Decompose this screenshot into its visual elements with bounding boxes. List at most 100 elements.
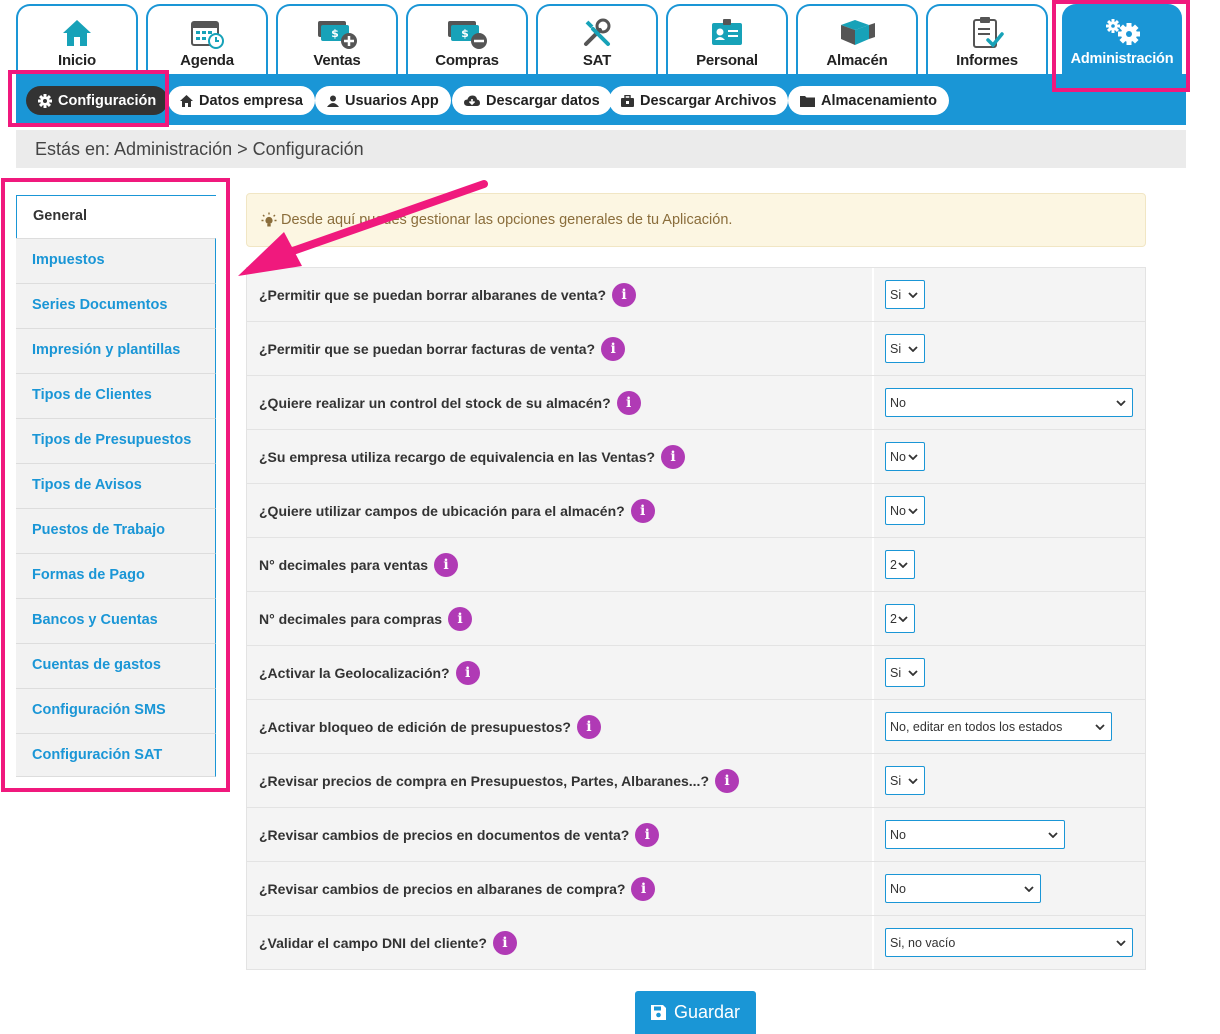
- sidebar-item-impresion-plantillas[interactable]: Impresión y plantillas: [16, 328, 216, 373]
- sidebar-item-cuentas-gastos[interactable]: Cuentas de gastos: [16, 643, 216, 688]
- info-icon[interactable]: i: [448, 606, 473, 631]
- chevron-down-icon: [908, 777, 918, 784]
- settings-sidebar: General Impuestos Series Documentos Impr…: [16, 195, 216, 777]
- setting-question: ¿Quiere realizar un control del stock de…: [259, 394, 611, 411]
- info-icon[interactable]: i: [715, 768, 739, 793]
- tab-label: Agenda: [180, 52, 234, 69]
- setting-question: ¿Quiere utilizar campos de ubicación par…: [259, 502, 625, 519]
- tab-agenda[interactable]: Agenda: [146, 4, 268, 76]
- sidebar-item-series-documentos[interactable]: Series Documentos: [16, 283, 216, 328]
- subnav-usuarios-app[interactable]: Usuarios App: [315, 86, 451, 115]
- select-value: No: [890, 881, 906, 896]
- alert-text: Desde aquí puedes gestionar las opciones…: [281, 212, 733, 228]
- calendar-icon: [148, 16, 266, 50]
- info-icon[interactable]: i: [661, 444, 686, 469]
- tab-almacen[interactable]: Almacén: [796, 4, 918, 76]
- borrar-facturas-select[interactable]: Si: [885, 334, 925, 363]
- setting-question: N° decimales para ventas: [259, 556, 429, 573]
- info-icon[interactable]: i: [616, 390, 641, 415]
- sidebar-item-general[interactable]: General: [16, 195, 216, 238]
- validar-dni-select[interactable]: Si, no vacío: [885, 928, 1133, 957]
- briefcase-icon: [621, 94, 634, 107]
- tab-informes[interactable]: Informes: [926, 4, 1048, 76]
- info-icon[interactable]: i: [630, 498, 655, 523]
- tools-icon: [538, 16, 656, 50]
- setting-row: ¿Permitir que se puedan borrar albaranes…: [247, 268, 1145, 322]
- gear-icon: [38, 93, 52, 108]
- chevron-down-icon: [1116, 939, 1126, 946]
- setting-question: ¿Revisar cambios de precios en albaranes…: [259, 880, 626, 897]
- subnav-label: Descargar datos: [486, 92, 600, 109]
- home-icon: [18, 16, 136, 50]
- borrar-albaranes-select[interactable]: Si: [885, 280, 925, 309]
- chevron-down-icon: [898, 561, 908, 568]
- chevron-down-icon: [1048, 831, 1058, 838]
- tab-administracion[interactable]: Administración: [1062, 4, 1182, 76]
- tab-label: Informes: [956, 52, 1018, 69]
- subnav-almacenamiento[interactable]: Almacenamiento: [788, 86, 950, 115]
- setting-row: ¿Revisar precios de compra en Presupuest…: [247, 754, 1145, 808]
- info-icon[interactable]: i: [576, 714, 601, 739]
- select-value: No: [890, 449, 906, 464]
- chevron-down-icon: [898, 615, 908, 622]
- decimales-compras-select[interactable]: 2: [885, 604, 915, 633]
- info-icon[interactable]: i: [612, 282, 636, 307]
- boxes-icon: [798, 16, 916, 50]
- info-icon[interactable]: i: [601, 336, 626, 361]
- setting-question: ¿Permitir que se puedan borrar albaranes…: [259, 286, 606, 303]
- setting-question: ¿Revisar precios de compra en Presupuest…: [259, 772, 709, 789]
- sidebar-item-tipos-clientes[interactable]: Tipos de Clientes: [16, 373, 216, 418]
- chevron-down-icon: [1024, 885, 1034, 892]
- recargo-equivalencia-select[interactable]: No: [885, 442, 925, 471]
- clipboard-check-icon: [928, 16, 1046, 50]
- sidebar-item-configuracion-sms[interactable]: Configuración SMS: [16, 688, 216, 733]
- subnav-datos-empresa[interactable]: Datos empresa: [168, 86, 315, 115]
- cambios-precios-venta-select[interactable]: No: [885, 820, 1065, 849]
- setting-row: ¿Revisar cambios de precios en documento…: [247, 808, 1145, 862]
- cambios-precios-compra-select[interactable]: No: [885, 874, 1041, 903]
- control-stock-select[interactable]: No: [885, 388, 1133, 417]
- campos-ubicacion-select[interactable]: No: [885, 496, 925, 525]
- money-plus-icon: $: [278, 16, 396, 50]
- save-button[interactable]: Guardar: [635, 991, 756, 1034]
- setting-row: ¿Revisar cambios de precios en albaranes…: [247, 862, 1145, 916]
- lightbulb-icon: [261, 212, 277, 227]
- sidebar-item-configuracion-sat[interactable]: Configuración SAT: [16, 733, 216, 777]
- tab-sat[interactable]: SAT: [536, 4, 658, 76]
- bloqueo-presupuestos-select[interactable]: No, editar en todos los estados: [885, 712, 1112, 741]
- sidebar-item-formas-pago[interactable]: Formas de Pago: [16, 553, 216, 598]
- sidebar-item-impuestos[interactable]: Impuestos: [16, 238, 216, 283]
- home-icon: [180, 94, 193, 107]
- tab-personal[interactable]: Personal: [666, 4, 788, 76]
- sidebar-item-tipos-avisos[interactable]: Tipos de Avisos: [16, 463, 216, 508]
- tab-label: Administración: [1070, 51, 1174, 67]
- main-tabs: Inicio Agenda $ Ventas $ Compras SAT Per…: [16, 4, 1186, 76]
- tab-label: Compras: [435, 52, 499, 69]
- sidebar-item-tipos-presupuestos[interactable]: Tipos de Presupuestos: [16, 418, 216, 463]
- setting-row: ¿Activar bloqueo de edición de presupues…: [247, 700, 1145, 754]
- revisar-precios-compra-select[interactable]: Si: [885, 766, 925, 795]
- decimales-ventas-select[interactable]: 2: [885, 550, 915, 579]
- info-icon[interactable]: i: [492, 930, 517, 955]
- setting-question: ¿Activar bloqueo de edición de presupues…: [259, 718, 571, 735]
- sidebar-item-puestos-trabajo[interactable]: Puestos de Trabajo: [16, 508, 216, 553]
- info-icon[interactable]: i: [455, 660, 480, 685]
- sidebar-item-bancos-cuentas[interactable]: Bancos y Cuentas: [16, 598, 216, 643]
- info-icon[interactable]: i: [635, 822, 660, 847]
- subnav-label: Almacenamiento: [821, 92, 938, 109]
- info-icon[interactable]: i: [631, 876, 656, 901]
- subnav-descargar-datos[interactable]: Descargar datos: [452, 86, 612, 115]
- subnav-configuracion[interactable]: Configuración: [26, 86, 169, 115]
- info-icon[interactable]: i: [434, 552, 459, 577]
- subnav-descargar-archivos[interactable]: Descargar Archivos: [609, 86, 789, 115]
- save-label: Guardar: [673, 1002, 741, 1022]
- chevron-down-icon: [908, 507, 918, 514]
- chevron-down-icon: [908, 669, 918, 676]
- setting-question: N° decimales para compras: [259, 610, 443, 627]
- tab-compras[interactable]: $ Compras: [406, 4, 528, 76]
- gears-icon: [1064, 16, 1180, 50]
- tab-ventas[interactable]: $ Ventas: [276, 4, 398, 76]
- setting-row: ¿Permitir que se puedan borrar facturas …: [247, 322, 1145, 376]
- tab-inicio[interactable]: Inicio: [16, 4, 138, 76]
- geolocalizacion-select[interactable]: Si: [885, 658, 925, 687]
